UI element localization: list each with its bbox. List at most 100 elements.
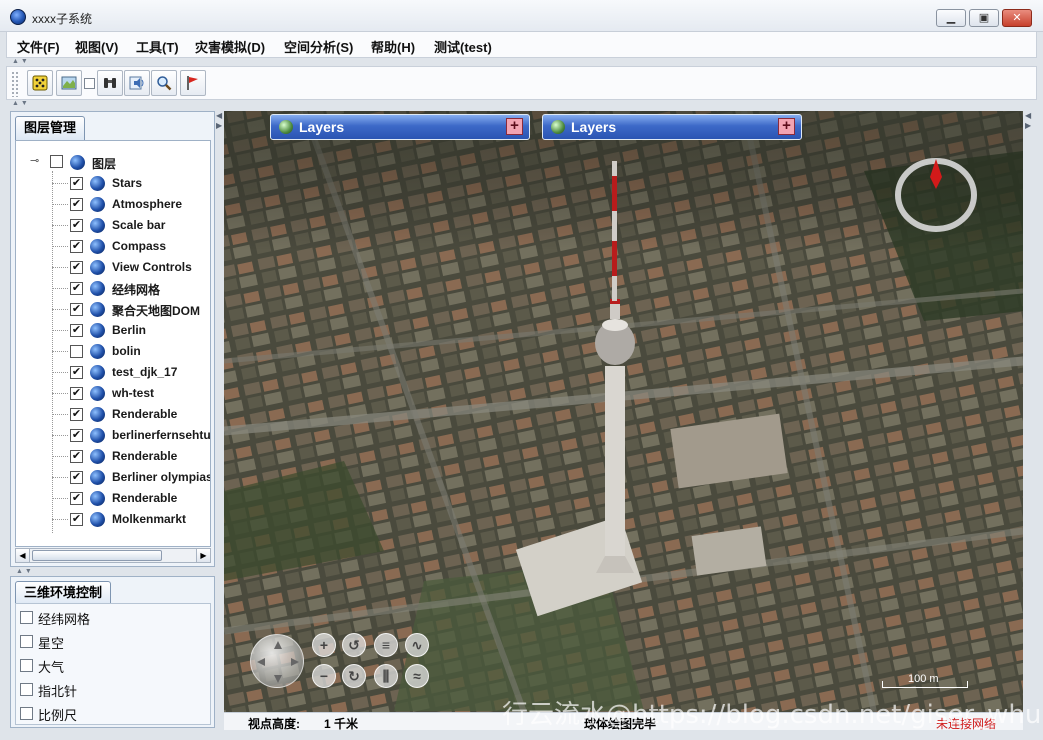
- layer-checkbox[interactable]: ✔: [70, 261, 83, 274]
- env-checkbox[interactable]: [20, 659, 33, 672]
- globe-icon: [90, 281, 105, 296]
- menu-view[interactable]: 视图(V): [75, 37, 118, 56]
- right-splitter-arrows[interactable]: ◀ ▶: [1025, 111, 1031, 131]
- terrain-down-button[interactable]: ≈: [405, 664, 429, 688]
- left-splitter-arrows[interactable]: ◀ ▶: [216, 111, 222, 131]
- tree-connector: [52, 456, 68, 457]
- tree-connector: [52, 309, 68, 310]
- layer-checkbox[interactable]: ✔: [70, 492, 83, 505]
- globe-icon: [90, 239, 105, 254]
- watermark-text: 行云流水@https://blog.csdn.net/giser_whu: [502, 700, 1042, 730]
- map-3d-view[interactable]: Layers + Layers + + ↺ ≡ ∿ − ↻ ⫼ ≈ 100 m: [224, 111, 1023, 712]
- scroll-right-button[interactable]: ▶: [196, 549, 210, 562]
- dice-button[interactable]: [27, 70, 53, 96]
- red-flag-icon: [187, 76, 198, 90]
- layer-label: Berlin: [112, 323, 147, 337]
- menu-test[interactable]: 测试(test): [434, 37, 492, 56]
- layer-checkbox[interactable]: ✔: [70, 366, 83, 379]
- tab-3d-env-control[interactable]: 三维环境控制: [15, 581, 112, 605]
- layer-checkbox[interactable]: ✔: [70, 471, 83, 484]
- zoom-out-button[interactable]: −: [312, 664, 336, 688]
- scroll-left-button[interactable]: ◀: [16, 549, 30, 562]
- layer-checkbox[interactable]: ✔: [70, 513, 83, 526]
- tree-connector: [52, 435, 68, 436]
- layer-checkbox[interactable]: ✔: [70, 429, 83, 442]
- env-checkbox[interactable]: [20, 707, 33, 720]
- layer-label: Scale bar: [112, 218, 166, 232]
- layer-tree: ⊸ 图层 ✔ Stars ✔ Atmosphere ✔ Scale bar ✔ Compass…: [15, 140, 211, 547]
- globe-icon: [90, 218, 105, 233]
- map-icon: [61, 76, 77, 90]
- menu-tools[interactable]: 工具(T): [136, 37, 179, 56]
- terrain-up-button[interactable]: ∿: [405, 633, 429, 657]
- env-item-label: 比例尺: [38, 708, 78, 723]
- scroll-thumb[interactable]: [32, 550, 162, 561]
- tree-connector: [52, 351, 68, 352]
- layer-checkbox[interactable]: ✔: [70, 408, 83, 421]
- layer-checkbox[interactable]: ✔: [70, 282, 83, 295]
- layers-widget-1[interactable]: Layers +: [270, 114, 530, 140]
- menu-grip[interactable]: ▲▼: [6, 58, 1037, 66]
- layer-label: Stars: [112, 176, 143, 190]
- env-checkbox[interactable]: [20, 611, 33, 624]
- layer-checkbox[interactable]: ✔: [70, 387, 83, 400]
- layer-checkbox[interactable]: ✔: [70, 303, 83, 316]
- globe-icon: [70, 155, 85, 170]
- root-checkbox[interactable]: [50, 155, 63, 168]
- layer-checkbox[interactable]: [70, 345, 83, 358]
- menu-help[interactable]: 帮助(H): [371, 37, 415, 56]
- layer-checkbox[interactable]: ✔: [70, 324, 83, 337]
- layer-label: 经纬网格: [112, 283, 161, 297]
- tree-connector: [52, 267, 68, 268]
- speaker-button[interactable]: [124, 70, 150, 96]
- tree-connector: [52, 372, 68, 373]
- maximize-button[interactable]: ▣: [969, 9, 999, 27]
- search-button[interactable]: [151, 70, 177, 96]
- scale-bar-label: 100 m: [908, 673, 939, 685]
- layers-expand-button[interactable]: +: [778, 118, 795, 135]
- tilt-up-button[interactable]: ≡: [374, 633, 398, 657]
- minimize-button[interactable]: ▁: [936, 9, 966, 27]
- globe-icon: [90, 512, 105, 527]
- layer-checkbox[interactable]: ✔: [70, 240, 83, 253]
- rotate-ccw-button[interactable]: ↺: [342, 633, 366, 657]
- layers-widget-2[interactable]: Layers +: [542, 114, 802, 140]
- env-checkbox[interactable]: [20, 635, 33, 648]
- layer-label: bolin: [112, 344, 141, 358]
- rotate-cw-button[interactable]: ↻: [342, 664, 366, 688]
- layer-checkbox[interactable]: ✔: [70, 198, 83, 211]
- title-bar: xxxx子系统 ▁ ▣ ✕: [0, 0, 1043, 32]
- layer-label: 聚合天地图DOM: [112, 304, 200, 318]
- menu-file[interactable]: 文件(F): [17, 37, 60, 56]
- zoom-in-button[interactable]: +: [312, 633, 336, 657]
- layer-label: Renderable: [112, 449, 178, 463]
- globe-icon: [90, 197, 105, 212]
- binoculars-button[interactable]: [97, 70, 123, 96]
- flag-button[interactable]: [180, 70, 206, 96]
- close-button[interactable]: ✕: [1002, 9, 1032, 27]
- menu-bar: 文件(F) 视图(V) 工具(T) 灾害模拟(D) 空间分析(S) 帮助(H) …: [6, 32, 1037, 58]
- env-checkbox[interactable]: [20, 683, 33, 696]
- menu-spatial[interactable]: 空间分析(S): [284, 37, 353, 56]
- map-button[interactable]: [56, 70, 82, 96]
- layer-checkbox[interactable]: ✔: [70, 219, 83, 232]
- toolbar-grip[interactable]: [11, 71, 19, 97]
- menu-disaster[interactable]: 灾害模拟(D): [195, 37, 265, 56]
- layers-panel: 图层管理 ⊸ 图层 ✔ Stars ✔ Atmosphere ✔ Scale bar ✔ Co…: [10, 111, 215, 567]
- tree-connector: [52, 246, 68, 247]
- panel-splitter[interactable]: ▲▼: [10, 568, 215, 576]
- pan-control[interactable]: [250, 634, 304, 688]
- layer-tree-hscroll[interactable]: ◀ ▶: [15, 548, 211, 563]
- tree-expand-icon[interactable]: ⊸: [30, 154, 39, 167]
- layer-checkbox[interactable]: ✔: [70, 450, 83, 463]
- layers-widget-title: Layers: [571, 119, 617, 135]
- layer-label: Molkenmarkt: [112, 512, 187, 526]
- layer-checkbox[interactable]: ✔: [70, 177, 83, 190]
- toolbar-checkbox[interactable]: [84, 78, 95, 89]
- tree-connector: [52, 204, 68, 205]
- tab-layer-management[interactable]: 图层管理: [15, 116, 86, 140]
- toolbar-grip-row[interactable]: ▲▼: [6, 100, 1037, 108]
- tilt-down-button[interactable]: ⫼: [374, 664, 398, 688]
- layers-expand-button[interactable]: +: [506, 118, 523, 135]
- globe-icon: [90, 491, 105, 506]
